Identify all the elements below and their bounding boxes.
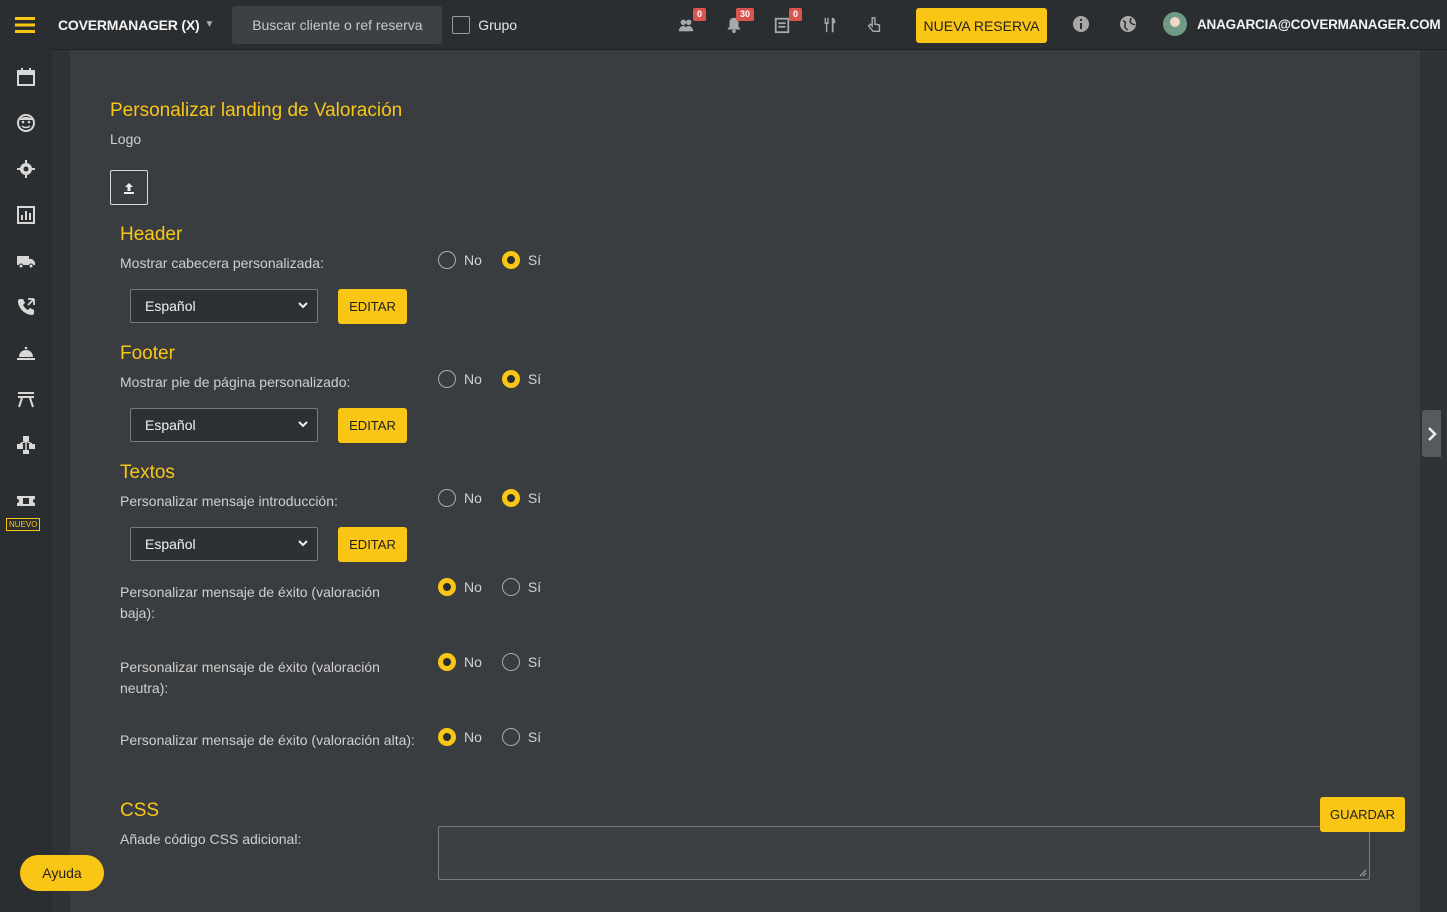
network-icon[interactable]	[0, 432, 52, 458]
upload-icon	[124, 182, 134, 194]
list-icon[interactable]: 0	[771, 8, 802, 36]
radio-si[interactable]	[501, 489, 520, 507]
radio-no[interactable]	[438, 370, 456, 388]
radio-no-label: No	[464, 371, 482, 387]
low-rating-radio-group: No Sí	[438, 578, 561, 596]
checkbox[interactable]	[452, 15, 471, 34]
resize-handle-icon	[1359, 869, 1367, 877]
radio-si[interactable]	[501, 370, 520, 388]
page-title: Personalizar landing de Valoración	[110, 100, 403, 121]
header-edit-button[interactable]: EDITAR	[338, 289, 407, 324]
chevron-down-icon	[298, 302, 308, 309]
radio-si[interactable]	[501, 653, 520, 671]
logo-label: Logo	[110, 131, 142, 147]
radio-no-label: No	[464, 252, 482, 268]
badge-count: 0	[788, 8, 802, 21]
chevron-down-icon	[298, 540, 308, 547]
bell-icon[interactable]: 30	[723, 8, 754, 36]
radio-si-label: Sí	[527, 490, 542, 506]
restaurant-selector[interactable]: COVERMANAGER (X) ▼	[58, 17, 214, 33]
footer-section-title: Footer	[120, 343, 175, 364]
css-textarea[interactable]	[438, 826, 1370, 880]
radio-no[interactable]	[438, 728, 456, 746]
footer-radio-group: No Sí	[438, 370, 561, 388]
gear-icon[interactable]	[0, 156, 52, 182]
textos-language-select[interactable]: Español	[130, 527, 318, 561]
radio-si-label: Sí	[527, 579, 542, 595]
radio-no-label: No	[464, 579, 482, 595]
footer-edit-button[interactable]: EDITAR	[338, 408, 407, 443]
radio-si-label: Sí	[527, 371, 542, 387]
high-rating-label: Personalizar mensaje de éxito (valoració…	[120, 732, 415, 748]
help-button[interactable]: Ayuda	[20, 855, 104, 891]
table-icon[interactable]	[0, 386, 52, 412]
user-menu[interactable]: ANAGARCIA@COVERMANAGER.COM ▼	[1163, 12, 1447, 36]
radio-no[interactable]	[438, 489, 456, 507]
chevron-right-icon[interactable]	[1422, 410, 1441, 457]
radio-si-label: Sí	[527, 654, 542, 670]
intro-option-label: Personalizar mensaje introducción:	[120, 493, 338, 509]
cutlery-icon[interactable]	[819, 14, 841, 36]
radio-no-label: No	[464, 729, 482, 745]
grupo-label: Grupo	[478, 16, 518, 33]
high-rating-radio-group: No Sí	[438, 728, 561, 746]
upload-logo-button[interactable]	[110, 170, 148, 205]
chevron-down-icon	[298, 421, 308, 428]
radio-no[interactable]	[438, 653, 456, 671]
save-button[interactable]: GUARDAR	[1320, 797, 1405, 832]
radio-si[interactable]	[501, 728, 520, 746]
new-booking-button[interactable]: NUEVA RESERVA	[916, 8, 1047, 43]
radio-no[interactable]	[438, 251, 456, 269]
top-icons: 0 30 0	[675, 0, 885, 50]
header-language-select[interactable]: Español	[130, 289, 318, 323]
chevron-down-icon: ▼	[204, 19, 215, 30]
textos-section-title: Textos	[120, 462, 175, 483]
footer-language-select[interactable]: Español	[130, 408, 318, 442]
header-radio-group: No Sí	[438, 251, 561, 269]
radio-si[interactable]	[501, 578, 520, 596]
ticket-icon[interactable]	[0, 488, 52, 514]
info-icon[interactable]	[1072, 15, 1090, 33]
radio-no-label: No	[464, 490, 482, 506]
badge-count: 30	[735, 8, 754, 21]
cloche-icon[interactable]	[0, 340, 52, 366]
main-panel	[70, 50, 1420, 912]
sidebar: NUEVO	[0, 50, 52, 912]
radio-si-label: Sí	[527, 729, 542, 745]
avatar	[1163, 12, 1187, 36]
chart-icon[interactable]	[0, 202, 52, 228]
truck-icon[interactable]	[0, 248, 52, 274]
select-value: Español	[145, 417, 196, 433]
calendar-icon[interactable]	[0, 64, 52, 90]
new-badge: NUEVO	[6, 518, 41, 531]
restaurant-name: COVERMANAGER (X)	[58, 16, 200, 33]
phone-icon[interactable]	[0, 294, 52, 320]
grupo-checkbox[interactable]: Grupo	[452, 15, 518, 34]
face-icon[interactable]	[0, 110, 52, 136]
footer-option-label: Mostrar pie de página personalizado:	[120, 374, 351, 390]
select-value: Español	[145, 298, 196, 314]
hand-pointer-icon[interactable]	[863, 14, 885, 36]
css-option-label: Añade código CSS adicional:	[120, 831, 302, 847]
neutral-rating-radio-group: No Sí	[438, 653, 561, 671]
menu-icon[interactable]	[0, 0, 50, 50]
badge-count: 0	[692, 8, 706, 21]
globe-icon[interactable]	[1119, 15, 1137, 33]
radio-no-label: No	[464, 654, 482, 670]
user-email: ANAGARCIA@COVERMANAGER.COM	[1197, 16, 1441, 32]
neutral-rating-label: Personalizar mensaje de éxito (valoració…	[120, 659, 380, 696]
intro-radio-group: No Sí	[438, 489, 561, 507]
group-requests-icon[interactable]: 0	[675, 8, 706, 36]
header-option-label: Mostrar cabecera personalizada:	[120, 255, 324, 271]
radio-no[interactable]	[438, 578, 456, 596]
low-rating-label: Personalizar mensaje de éxito (valoració…	[120, 584, 380, 621]
select-value: Español	[145, 536, 196, 552]
radio-si[interactable]	[501, 251, 520, 269]
css-section-title: CSS	[120, 800, 160, 821]
radio-si-label: Sí	[527, 252, 542, 268]
textos-edit-button[interactable]: EDITAR	[338, 527, 407, 562]
header-section-title: Header	[120, 224, 183, 245]
search-input[interactable]: Buscar cliente o ref reserva	[232, 5, 443, 44]
